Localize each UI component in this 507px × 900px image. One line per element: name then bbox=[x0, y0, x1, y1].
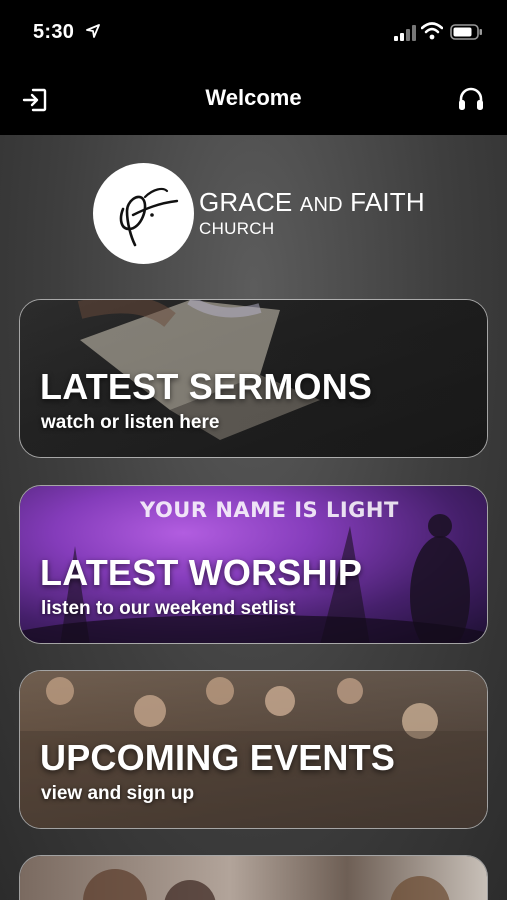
status-bar: 5:30 bbox=[0, 0, 507, 68]
card-subtitle: listen to our weekend setlist bbox=[41, 598, 296, 619]
logo-circle bbox=[93, 163, 194, 264]
card-title: LATEST SERMONS bbox=[40, 366, 373, 407]
headphones-icon[interactable] bbox=[457, 85, 485, 113]
logo-text: GRACE AND FAITH CHURCH bbox=[199, 188, 429, 238]
logo-word-faith: FAITH bbox=[350, 187, 425, 217]
card-title: LATEST WORSHIP bbox=[40, 552, 363, 593]
fourth-card-image bbox=[20, 856, 487, 900]
logo-mark-icon bbox=[119, 187, 179, 247]
battery-icon bbox=[450, 24, 482, 40]
logo-line1: GRACE AND FAITH bbox=[199, 188, 429, 219]
card-subtitle: view and sign up bbox=[41, 783, 195, 804]
card-title: UPCOMING EVENTS bbox=[40, 737, 396, 778]
people-photo-image bbox=[83, 869, 450, 900]
worship-image-text: YOUR NAME IS LIGHT bbox=[140, 498, 399, 522]
logo-word-church: CHURCH bbox=[199, 219, 275, 238]
main-content: GRACE AND FAITH CHURCH LATEST SERMONS wa… bbox=[0, 135, 507, 900]
logo-word-grace: GRACE bbox=[199, 187, 293, 217]
page-title: Welcome bbox=[205, 85, 302, 110]
logo-word-and: AND bbox=[299, 194, 343, 216]
location-arrow-icon bbox=[86, 24, 100, 38]
wifi-icon bbox=[421, 22, 443, 40]
latest-sermons-card[interactable]: LATEST SERMONS watch or listen here bbox=[19, 299, 488, 458]
signal-icon bbox=[394, 25, 416, 41]
fourth-card[interactable] bbox=[19, 855, 488, 900]
latest-worship-card[interactable]: YOUR NAME IS LIGHT LATEST WORSHIP listen… bbox=[19, 485, 488, 644]
status-time: 5:30 bbox=[33, 21, 75, 43]
church-logo: GRACE AND FAITH CHURCH bbox=[93, 163, 425, 265]
upcoming-events-card[interactable]: UPCOMING EVENTS view and sign up bbox=[19, 670, 488, 829]
card-subtitle: watch or listen here bbox=[41, 412, 220, 433]
nav-bar: Welcome bbox=[0, 68, 507, 135]
